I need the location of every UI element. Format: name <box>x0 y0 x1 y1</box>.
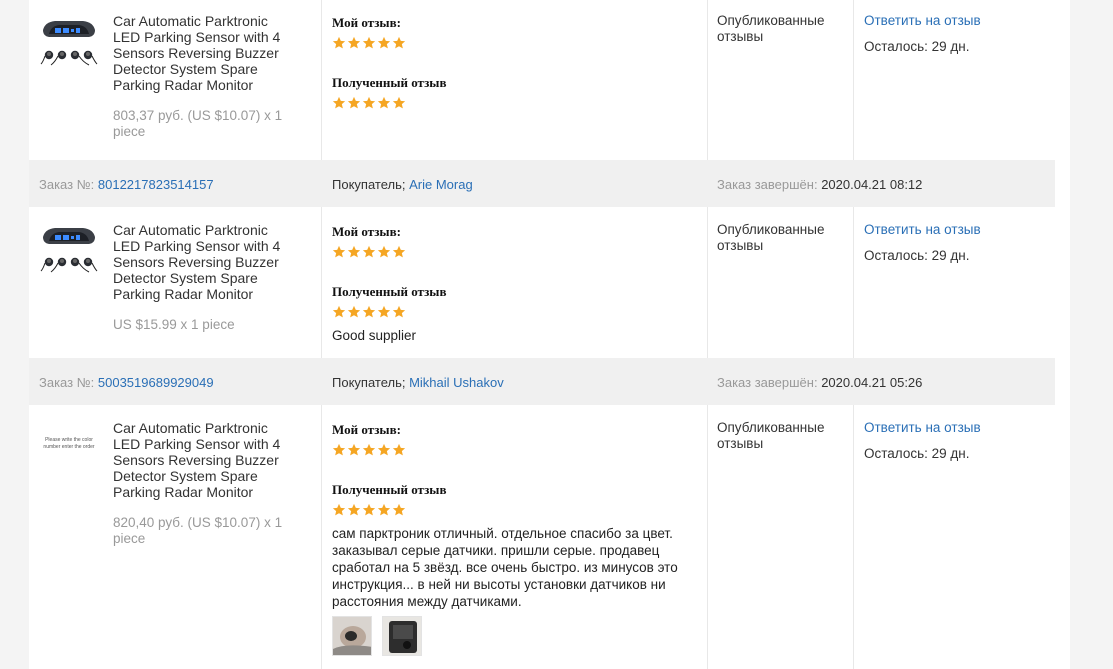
received-review-label: Полученный отзыв <box>332 284 447 299</box>
star-icon <box>347 96 361 110</box>
my-review-label: Мой отзыв: <box>332 224 401 239</box>
received-review-text: сам парктроник отличный. отдельное спаси… <box>332 526 678 609</box>
order-completed: Заказ завершён: 2020.04.21 05:26 <box>717 375 922 390</box>
star-icon <box>332 36 346 50</box>
star-icon <box>377 36 391 50</box>
star-icon <box>362 245 376 259</box>
product-title-link[interactable]: Car Automatic Parktronic LED Parking Sen… <box>113 420 298 500</box>
star-icon <box>347 245 361 259</box>
parking-sensor-product-image[interactable] <box>37 12 101 68</box>
review-status: Опубликованные отзывы <box>717 222 825 253</box>
completed-date: 2020.04.21 08:12 <box>821 177 923 192</box>
star-icon <box>392 305 406 319</box>
review-photo[interactable] <box>382 616 422 656</box>
star-icon <box>347 36 361 50</box>
reply-to-review-link[interactable]: Ответить на отзыв <box>864 420 981 435</box>
buyer-name-link[interactable]: Mikhail Ushakov <box>409 375 504 390</box>
order-block-3: Please write the color number enter the … <box>29 405 1055 669</box>
received-review-stars <box>332 503 406 517</box>
reply-to-review-link[interactable]: Ответить на отзыв <box>864 222 981 237</box>
product-price: 803,37 руб. (US $10.07) x 1 piece <box>113 108 283 139</box>
received-review-text: Good supplier <box>332 328 417 343</box>
star-icon <box>377 443 391 457</box>
order-number-link[interactable]: 5003519689929049 <box>98 375 214 390</box>
buyer-name-link[interactable]: Arie Morag <box>409 177 473 192</box>
star-icon <box>332 245 346 259</box>
star-icon <box>347 305 361 319</box>
star-icon <box>362 305 376 319</box>
reply-to-review-link[interactable]: Ответить на отзыв <box>864 13 981 28</box>
order-header: Заказ №: 8012217823514157 Покупатель; Ar… <box>29 160 1055 207</box>
order-number-label: Заказ №: <box>39 177 98 192</box>
completed-label: Заказ завершён: <box>717 177 822 192</box>
product-title-link[interactable]: Car Automatic Parktronic LED Parking Sen… <box>113 222 298 302</box>
review-photo[interactable] <box>332 616 372 656</box>
parking-sensor-product-image[interactable] <box>37 219 101 275</box>
received-review-stars <box>332 305 406 319</box>
buyer-label: Покупатель; <box>332 177 410 192</box>
order-completed: Заказ завершён: 2020.04.21 08:12 <box>717 177 922 192</box>
column-divider <box>321 405 322 669</box>
order-number: Заказ №: 5003519689929049 <box>39 375 214 390</box>
order-block-1: Car Automatic Parktronic LED Parking Sen… <box>29 0 1055 160</box>
buyer: Покупатель; Arie Morag <box>332 177 473 192</box>
column-divider <box>321 207 322 358</box>
column-divider <box>853 207 854 358</box>
my-review-stars <box>332 36 406 50</box>
page-margin <box>1055 0 1070 669</box>
star-icon <box>392 245 406 259</box>
star-icon <box>332 503 346 517</box>
column-divider <box>853 405 854 669</box>
star-icon <box>347 503 361 517</box>
star-icon <box>392 36 406 50</box>
order-header: Заказ №: 5003519689929049 Покупатель; Mi… <box>29 358 1055 405</box>
star-icon <box>377 245 391 259</box>
review-status: Опубликованные отзывы <box>717 13 825 44</box>
star-icon <box>392 96 406 110</box>
star-icon <box>392 443 406 457</box>
product-title-link[interactable]: Car Automatic Parktronic LED Parking Sen… <box>113 13 298 93</box>
column-divider <box>707 207 708 358</box>
days-remaining: Осталось: 29 дн. <box>864 446 970 461</box>
completed-label: Заказ завершён: <box>717 375 822 390</box>
star-icon <box>392 503 406 517</box>
order-number-link[interactable]: 8012217823514157 <box>98 177 214 192</box>
product-price: 820,40 руб. (US $10.07) x 1 piece <box>113 515 283 546</box>
star-icon <box>332 305 346 319</box>
star-icon <box>347 443 361 457</box>
received-review-label: Полученный отзыв <box>332 75 447 90</box>
star-icon <box>362 96 376 110</box>
star-icon <box>362 443 376 457</box>
star-icon <box>377 305 391 319</box>
column-divider <box>707 405 708 669</box>
product-price: US $15.99 x 1 piece <box>113 317 235 332</box>
star-icon <box>362 36 376 50</box>
completed-date: 2020.04.21 05:26 <box>821 375 923 390</box>
buyer: Покупатель; Mikhail Ushakov <box>332 375 504 390</box>
my-review-label: Мой отзыв: <box>332 15 401 30</box>
column-divider <box>853 0 854 160</box>
days-remaining: Осталось: 29 дн. <box>864 248 970 263</box>
my-review-label: Мой отзыв: <box>332 422 401 437</box>
star-icon <box>332 96 346 110</box>
star-icon <box>332 443 346 457</box>
column-divider <box>321 0 322 160</box>
days-remaining: Осталось: 29 дн. <box>864 39 970 54</box>
my-review-stars <box>332 245 406 259</box>
order-number-label: Заказ №: <box>39 375 98 390</box>
star-icon <box>377 503 391 517</box>
product-image-placeholder[interactable]: Please write the color number enter the … <box>37 437 101 457</box>
reviews-panel: Car Automatic Parktronic LED Parking Sen… <box>29 0 1070 669</box>
column-divider <box>707 0 708 160</box>
review-status: Опубликованные отзывы <box>717 420 825 451</box>
order-number: Заказ №: 8012217823514157 <box>39 177 214 192</box>
received-review-stars <box>332 96 406 110</box>
star-icon <box>377 96 391 110</box>
buyer-label: Покупатель; <box>332 375 410 390</box>
order-block-2: Car Automatic Parktronic LED Parking Sen… <box>29 207 1055 358</box>
received-review-label: Полученный отзыв <box>332 482 447 497</box>
star-icon <box>362 503 376 517</box>
my-review-stars <box>332 443 406 457</box>
